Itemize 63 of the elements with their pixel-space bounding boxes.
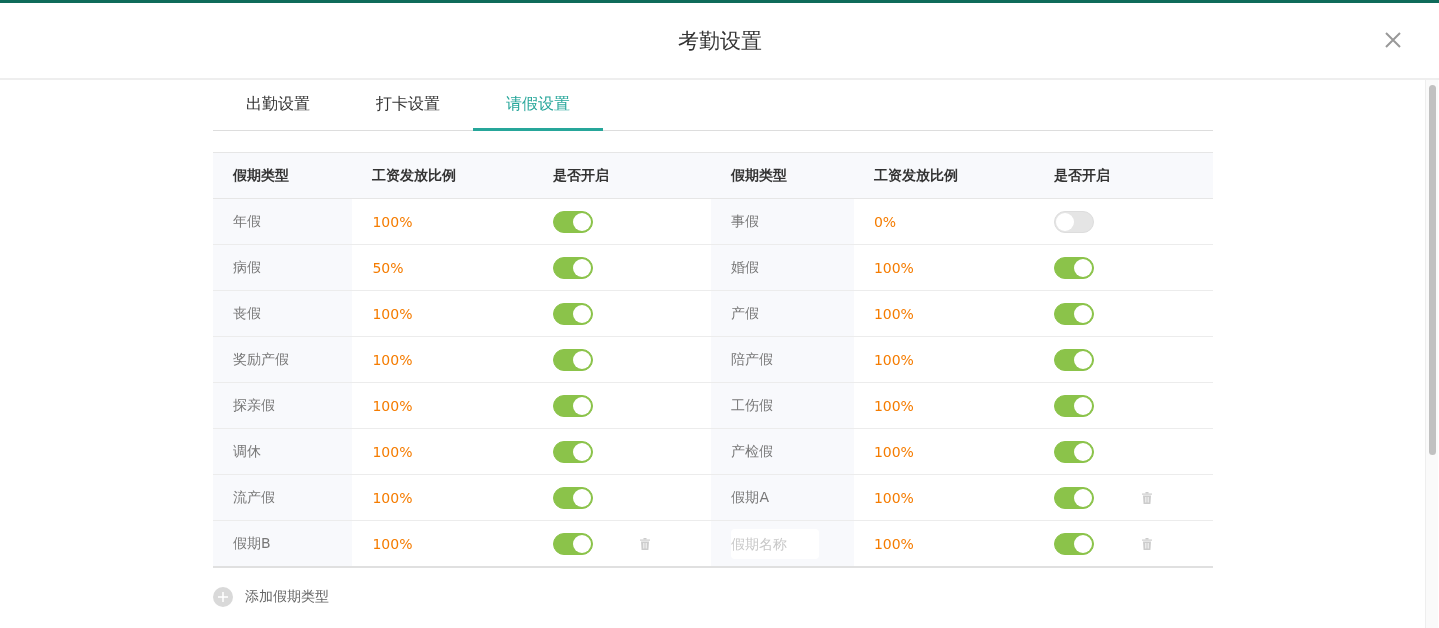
pay-ratio-cell: 50% [352,244,533,291]
leave-type-cell: 婚假 [711,244,854,291]
dialog-title: 考勤设置 [677,27,762,55]
pay-ratio-cell: 100% [853,382,1035,429]
pay-ratio-cell: 100% [352,336,533,383]
trash-icon[interactable] [1141,537,1152,550]
toggle-switch[interactable] [1054,532,1095,555]
pay-ratio-cell: 0% [853,198,1035,245]
toggle-switch[interactable] [552,210,593,233]
pay-ratio-cell: 100% [853,244,1035,291]
trash-icon[interactable] [1141,491,1152,504]
pay-ratio-cell: 100% [352,474,533,521]
leave-type-cell: 陪产假 [711,336,854,383]
pay-ratio-cell: 100% [352,198,533,245]
pay-ratio-cell: 100% [352,520,533,567]
leave-type-cell: 假期B [213,520,353,567]
column-header: 工资发放比例 [853,152,1035,199]
toggle-switch[interactable] [1054,348,1095,371]
leave-type-cell: 病假 [213,244,353,291]
scrollbar[interactable] [1425,80,1438,628]
pay-ratio-cell: 100% [853,290,1035,337]
close-icon[interactable] [1385,32,1401,48]
column-header: 假期类型 [711,152,854,199]
toggle-switch[interactable] [1054,440,1095,463]
pay-ratio-cell: 100% [352,382,533,429]
pay-ratio-cell: 100% [352,428,533,475]
toggle-switch[interactable] [1054,394,1095,417]
leave-type-cell: 丧假 [213,290,353,337]
leave-type-cell: 工伤假 [711,382,854,429]
tab[interactable]: 打卡设置 [343,80,473,131]
add-leave-type-button[interactable]: 添加假期类型 [213,587,329,607]
column-header: 假期类型 [213,152,353,199]
toggle-switch[interactable] [552,532,593,555]
pay-ratio-cell: 100% [853,520,1035,567]
pay-ratio-cell: 100% [853,428,1035,475]
toggle-switch[interactable] [552,302,593,325]
toggle-switch[interactable] [552,394,593,417]
leave-type-cell: 年假 [213,198,353,245]
toggle-switch[interactable] [552,348,593,371]
tab[interactable]: 出勤设置 [213,80,343,131]
toggle-switch[interactable] [1054,256,1095,279]
leave-type-cell: 事假 [711,198,854,245]
column-header: 是否开启 [1034,152,1142,199]
leave-type-cell: 产假 [711,290,854,337]
column-header: 工资发放比例 [352,152,533,199]
column-header: 是否开启 [532,152,641,199]
pay-ratio-cell: 100% [853,336,1035,383]
leave-type-cell: 产检假 [711,428,854,475]
leave-type-cell: 假期A [711,474,854,521]
toggle-switch[interactable] [1054,210,1095,233]
toggle-switch[interactable] [1054,486,1095,509]
pay-ratio-cell: 100% [853,474,1035,521]
toggle-switch[interactable] [552,440,593,463]
leave-type-cell: 奖励产假 [213,336,353,383]
trash-icon[interactable] [640,537,651,550]
toggle-switch[interactable] [552,256,593,279]
plus-icon [213,587,233,607]
leave-type-cell: 探亲假 [213,382,353,429]
leave-type-cell: 流产假 [213,474,353,521]
toggle-switch[interactable] [1054,302,1095,325]
pay-ratio-cell: 100% [352,290,533,337]
toggle-switch[interactable] [552,486,593,509]
leave-type-cell: 调休 [213,428,353,475]
